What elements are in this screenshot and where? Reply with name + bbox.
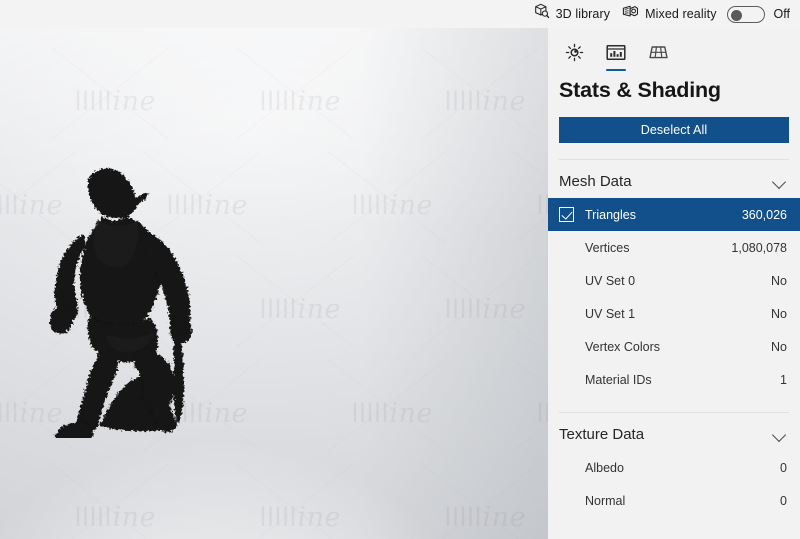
mixed-reality-toggle-group[interactable]: Off <box>726 5 790 23</box>
model-gladiator-statue[interactable] <box>28 158 208 438</box>
stat-row[interactable]: Vertices 1,080,078 <box>548 231 800 264</box>
stat-row[interactable]: Triangles 360,026 <box>548 198 800 231</box>
checkbox-placeholder <box>559 460 574 475</box>
watermark-crosshatch <box>220 226 370 376</box>
stat-row[interactable]: UV Set 0 No <box>548 264 800 297</box>
checkbox-placeholder <box>559 372 574 387</box>
mixed-reality-button[interactable]: Mixed reality <box>616 0 722 28</box>
bar-chart-icon <box>606 44 626 67</box>
section-divider <box>559 159 789 160</box>
checkbox-checked-icon[interactable] <box>559 207 574 222</box>
tab-wireframe[interactable] <box>640 38 676 72</box>
stat-label: Vertices <box>585 240 630 255</box>
stat-row[interactable]: Albedo 0 <box>548 451 800 484</box>
app-window: 3D library Mixed reality Off llllline St… <box>0 0 800 539</box>
stat-value: No <box>771 339 787 354</box>
section-header-texture-data[interactable]: Texture Data <box>548 417 800 451</box>
stat-row[interactable]: Material IDs 1 <box>548 363 800 396</box>
section-title: Mesh Data <box>559 172 632 190</box>
stat-label: Albedo <box>585 460 624 475</box>
chevron-down-icon <box>773 430 787 439</box>
stat-label: Normal <box>585 493 626 508</box>
toggle-knob <box>730 9 742 21</box>
mixed-reality-label: Mixed reality <box>645 7 717 21</box>
panel-tab-strip <box>548 28 800 72</box>
stat-row[interactable]: Vertex Colors No <box>548 330 800 363</box>
3d-library-label: 3D library <box>555 7 611 21</box>
mixed-reality-camera-icon <box>622 3 639 25</box>
stats-shading-panel: Stats & Shading Deselect All Mesh Data Tr… <box>548 28 800 539</box>
mixed-reality-toggle[interactable] <box>726 5 765 23</box>
section-header-mesh-data[interactable]: Mesh Data <box>548 164 800 198</box>
sun-icon <box>565 43 584 67</box>
stat-row[interactable]: Normal 0 <box>548 484 800 517</box>
toggle-state-label: Off <box>773 7 790 21</box>
top-toolbar: 3D library Mixed reality Off <box>0 0 800 28</box>
tab-stats[interactable] <box>598 38 634 72</box>
stat-value: 1 <box>780 372 787 387</box>
section-title: Texture Data <box>559 425 645 443</box>
checkbox-placeholder <box>559 306 574 321</box>
checkbox-placeholder <box>559 240 574 255</box>
tab-stats-selected-underline <box>606 68 626 71</box>
3d-library-button[interactable]: 3D library <box>527 0 617 28</box>
panel-sections: Mesh Data Triangles 360,026 Vertices 1,080,0… <box>548 159 800 517</box>
stat-value: 1,080,078 <box>731 240 787 255</box>
watermark-text: llllline <box>260 294 342 325</box>
checkbox-placeholder <box>559 339 574 354</box>
3d-viewport[interactable]: lllllinelllllinelllllinelllllinellllline… <box>0 28 548 539</box>
chevron-down-icon <box>773 177 787 186</box>
stat-label: UV Set 0 <box>585 273 636 288</box>
stat-label: Vertex Colors <box>585 339 661 354</box>
checkbox-placeholder <box>559 493 574 508</box>
stat-value: 0 <box>780 493 787 508</box>
cube-search-icon <box>533 3 550 25</box>
stat-value: No <box>771 306 787 321</box>
checkbox-placeholder <box>559 273 574 288</box>
stat-label: Material IDs <box>585 372 652 387</box>
stat-value: 360,026 <box>741 207 787 222</box>
deselect-all-button[interactable]: Deselect All <box>559 117 789 143</box>
stat-value: 0 <box>780 460 787 475</box>
tab-lighting[interactable] <box>556 38 592 72</box>
section-divider <box>559 412 789 413</box>
stat-value: No <box>771 273 787 288</box>
stat-label: Triangles <box>585 207 636 222</box>
stat-label: UV Set 1 <box>585 306 636 321</box>
stat-row[interactable]: UV Set 1 No <box>548 297 800 330</box>
grid-icon <box>648 44 668 66</box>
page-title: Stats & Shading <box>559 78 721 102</box>
